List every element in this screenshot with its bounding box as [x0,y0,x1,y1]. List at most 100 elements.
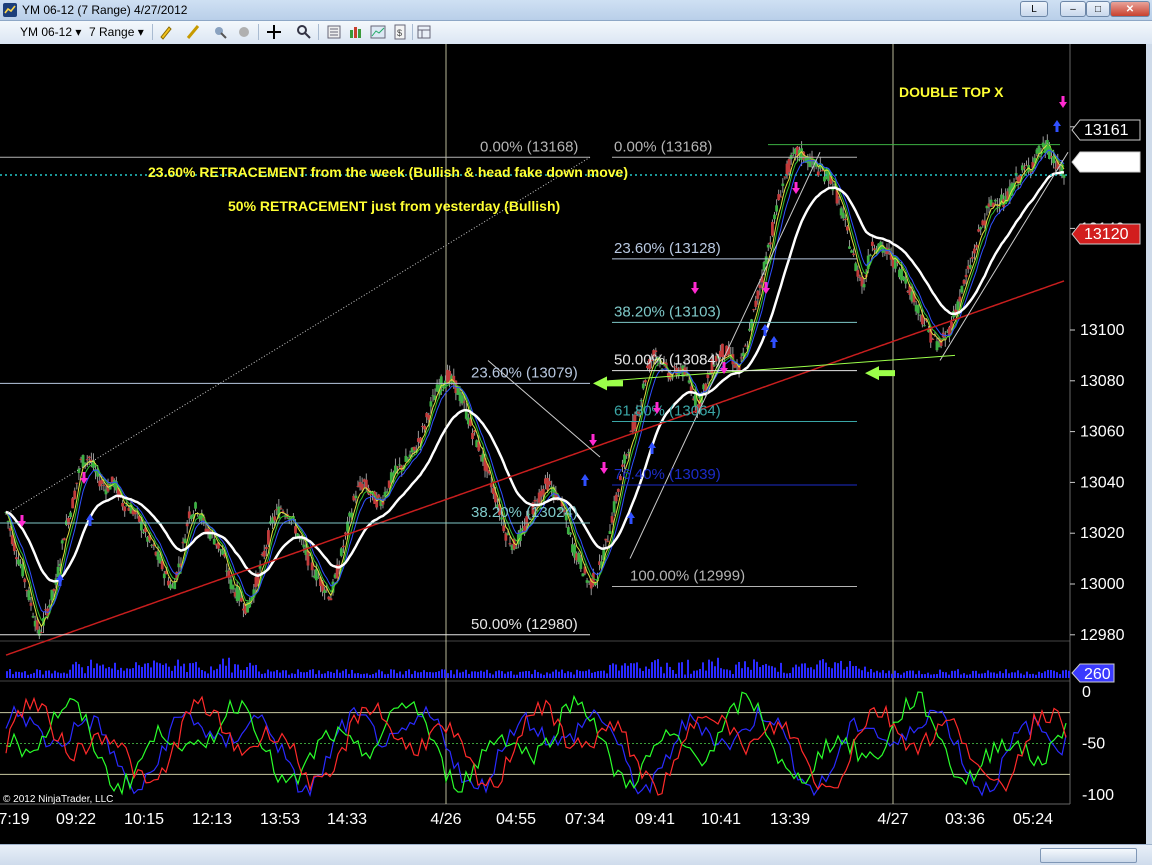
y-axis-label: 13060 [1080,424,1125,441]
volume-bar [276,669,278,678]
chart-area[interactable]: 0.00% (13168) 23.60% (13079) 38.20% (13024… [0,44,1152,864]
volume-bar [264,673,266,678]
volume-bar [711,661,713,678]
pin-icon[interactable] [212,24,228,40]
volume-bar [651,662,653,678]
volume-bar [912,670,914,678]
volume-bar [933,674,935,678]
volume-bar [561,669,563,678]
volume-bar [738,661,740,678]
volume-bar [678,662,680,678]
close-button[interactable]: ✕ [1110,1,1150,17]
volume-bar [294,673,296,678]
volume-bar [726,669,728,678]
candle [396,466,399,468]
volume-bar [483,671,485,678]
strategies-icon[interactable] [370,24,386,40]
candle [904,279,908,284]
volume-bar [903,672,905,678]
volume-bar [147,663,149,678]
crosshair-icon[interactable] [266,24,282,40]
volume-bar [189,663,191,678]
volume-bar [573,674,575,678]
volume-bar [465,669,467,678]
volume-bar [915,674,917,678]
volume-bar [939,669,941,678]
x-axis-label: 14:33 [327,811,367,828]
oscillator-line-red [5,695,1067,796]
vertical-scrollbar[interactable] [1146,44,1152,844]
volume-bar [879,672,881,678]
candle [231,585,235,590]
volume-bar [492,674,494,678]
title-bar: YM 06-12 (7 Range) 4/27/2012 L – □ ✕ [0,0,1152,21]
data-box-icon[interactable] [416,24,432,40]
volume-bar [744,661,746,678]
candle [294,526,297,534]
candle [708,373,712,375]
minimize-button[interactable]: – [1060,1,1086,17]
candle [569,532,572,535]
volume-bar [588,669,590,678]
volume-bar [282,670,284,678]
draw-icon[interactable] [186,24,202,40]
volume-bar [486,669,488,678]
volume-bar [150,667,152,678]
horizontal-scrollbar[interactable] [0,844,1152,865]
volume-bar [291,673,293,678]
sell-signal-arrow [691,282,699,294]
volume-bar [414,670,416,678]
volume-bar [327,671,329,678]
candle [398,464,402,466]
maximize-button[interactable]: □ [1086,1,1110,17]
volume-bar [321,673,323,678]
interval-label: 7 Range [89,25,135,39]
volume-bar [339,672,341,678]
interval-selector[interactable]: 7 Range ▾ [89,24,144,40]
volume-bar [84,673,86,678]
volume-bar [246,667,248,678]
pencil-icon[interactable] [158,24,174,40]
candle [123,506,127,512]
candle [850,250,853,253]
volume-bar [921,674,923,678]
candle [121,502,125,507]
volume-bar [273,671,275,678]
candle [852,253,856,256]
volume-bar [969,674,971,678]
properties-icon[interactable] [326,24,342,40]
price-chart[interactable]: 0.00% (13168) 23.60% (13079) 38.20% (13024… [0,44,1146,844]
volume-bar [108,666,110,678]
scrollbar-thumb[interactable] [1040,848,1137,863]
zoom-icon[interactable] [296,24,312,40]
volume-bar [990,672,992,678]
volume-bar [753,659,755,678]
volume-bar [372,673,374,678]
fib-level-label: 38.20% (13103) [614,303,721,320]
candle [75,482,79,484]
volume-bar [300,671,302,678]
volume-bar [819,660,821,678]
candle [262,550,266,557]
link-button[interactable]: L [1020,1,1048,17]
pin-icon[interactable] [236,24,252,40]
volume-bar [909,670,911,678]
candle [221,550,224,555]
candle [87,456,91,459]
volume-bar [999,671,1001,678]
volume-bar [855,665,857,678]
candle [429,401,433,407]
volume-bar [498,670,500,678]
candle [721,343,724,357]
instrument-selector[interactable]: YM 06-12 ▾ [20,24,81,40]
indicators-icon[interactable] [348,24,364,40]
x-axis-label: 13:39 [770,811,810,828]
volume-bar [729,670,731,678]
volume-bar [1035,674,1037,678]
volume-bar [885,673,887,678]
template-icon[interactable]: $ [392,24,408,40]
volume-bar [720,668,722,678]
volume-bar [6,671,8,678]
fib-level-label: 50.00% (13084) [614,352,721,369]
volume-bar [948,674,950,678]
